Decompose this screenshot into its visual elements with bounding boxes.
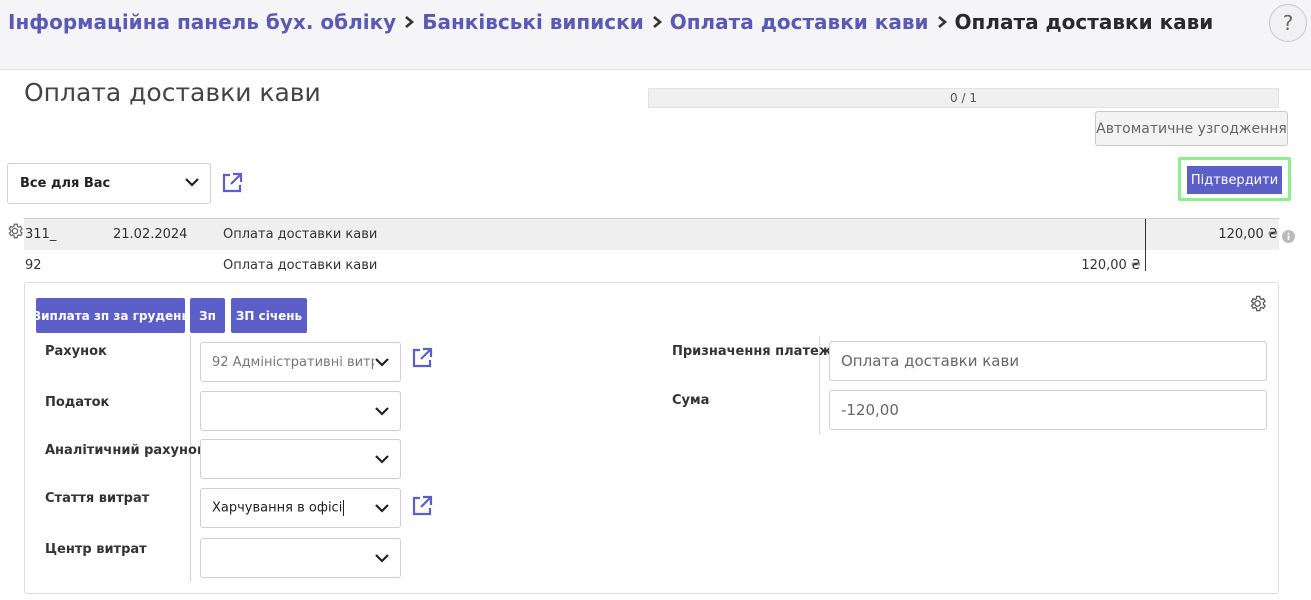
- preset-button-salary-january[interactable]: ЗП січень: [231, 298, 307, 333]
- gear-icon[interactable]: [1248, 294, 1267, 313]
- chevron-down-icon: [375, 358, 389, 367]
- analytic-account-label: Аналітичний рахунок.: [45, 443, 211, 458]
- expense-item-select-field: Харчування в офісі: [212, 500, 374, 516]
- cost-center-label: Центр витрат: [45, 542, 147, 557]
- line-date: 21.02.2024: [113, 227, 188, 242]
- line-label: Оплата доставки кави: [223, 227, 378, 242]
- gear-icon[interactable]: [6, 222, 24, 240]
- table-row[interactable]: 311_ 21.02.2024 Оплата доставки кави 120…: [24, 219, 1279, 250]
- reconcile-progress-bar: 0 / 1: [648, 88, 1279, 108]
- breadcrumb-link-statement[interactable]: Оплата доставки кави: [670, 10, 929, 34]
- partner-select[interactable]: Все для Вас: [7, 163, 211, 204]
- analytic-account-select[interactable]: [200, 439, 401, 479]
- expense-item-external-link-icon[interactable]: [410, 494, 434, 518]
- expense-item-label: Стаття витрат: [45, 491, 150, 506]
- cost-center-select[interactable]: [200, 538, 401, 578]
- breadcrumb-link-dashboard[interactable]: Інформаційна панель бух. обліку: [8, 10, 396, 34]
- account-label: Рахунок: [45, 344, 107, 359]
- progress-text: 0 / 1: [950, 91, 977, 105]
- chevron-down-icon: [375, 504, 389, 513]
- chevron-down-icon: [375, 554, 389, 563]
- question-icon: ?: [1282, 11, 1294, 35]
- chevron-right-icon: [403, 15, 415, 29]
- preset-button-salary-december[interactable]: Виплата зп за грудень: [32, 298, 189, 333]
- page-title: Оплата доставки кави: [24, 78, 321, 107]
- breadcrumb-current: Оплата доставки кави: [954, 10, 1214, 34]
- breadcrumb: Інформаційна панель бух. обліку Банківсь…: [8, 7, 1213, 37]
- info-icon[interactable]: [1282, 228, 1295, 243]
- chevron-right-icon: [651, 15, 663, 29]
- confirm-button-highlight: Підтвердити: [1178, 157, 1291, 201]
- top-bar: Інформаційна панель бух. обліку Банківсь…: [0, 0, 1311, 70]
- chevron-down-icon: [184, 174, 200, 194]
- line-debit: 120,00 ₴: [1081, 258, 1141, 273]
- expense-item-select[interactable]: Харчування в офісі: [200, 488, 401, 528]
- debit-credit-divider: [1145, 219, 1146, 271]
- partner-external-link-icon[interactable]: [220, 171, 244, 195]
- tax-label: Податок: [45, 395, 110, 410]
- account-select-value: 92 Адміністративні витрати: [212, 354, 374, 370]
- tax-select[interactable]: [200, 391, 401, 431]
- preset-button-salary[interactable]: Зп: [190, 298, 225, 333]
- help-button[interactable]: ?: [1269, 4, 1307, 42]
- chevron-down-icon: [375, 455, 389, 464]
- line-label: Оплата доставки кави: [223, 258, 378, 273]
- line-credit: 120,00 ₴: [1218, 227, 1278, 242]
- payment-reference-input[interactable]: Оплата доставки кави: [829, 341, 1267, 381]
- text-cursor: [343, 500, 345, 516]
- amount-label: Сума: [672, 393, 710, 408]
- column-divider: [190, 336, 191, 582]
- chevron-down-icon: [375, 407, 389, 416]
- table-row[interactable]: 92 Оплата доставки кави 120,00 ₴: [24, 250, 1279, 281]
- account-select[interactable]: 92 Адміністративні витрати: [200, 342, 401, 382]
- partner-select-value: Все для Вас: [20, 176, 111, 191]
- breadcrumb-link-bank-statements[interactable]: Банківські виписки: [422, 10, 643, 34]
- amount-input[interactable]: -120,00: [829, 390, 1267, 430]
- chevron-right-icon: [936, 15, 948, 29]
- line-account: 92: [25, 258, 42, 273]
- payment-reference-label: Призначення платежу: [672, 344, 841, 359]
- confirm-button[interactable]: Підтвердити: [1187, 166, 1282, 194]
- expense-item-select-value: Харчування в офісі: [212, 500, 343, 516]
- auto-reconcile-button[interactable]: Автоматичне узгодження: [1095, 111, 1288, 146]
- account-external-link-icon[interactable]: [410, 346, 434, 370]
- line-account: 311_: [25, 227, 57, 242]
